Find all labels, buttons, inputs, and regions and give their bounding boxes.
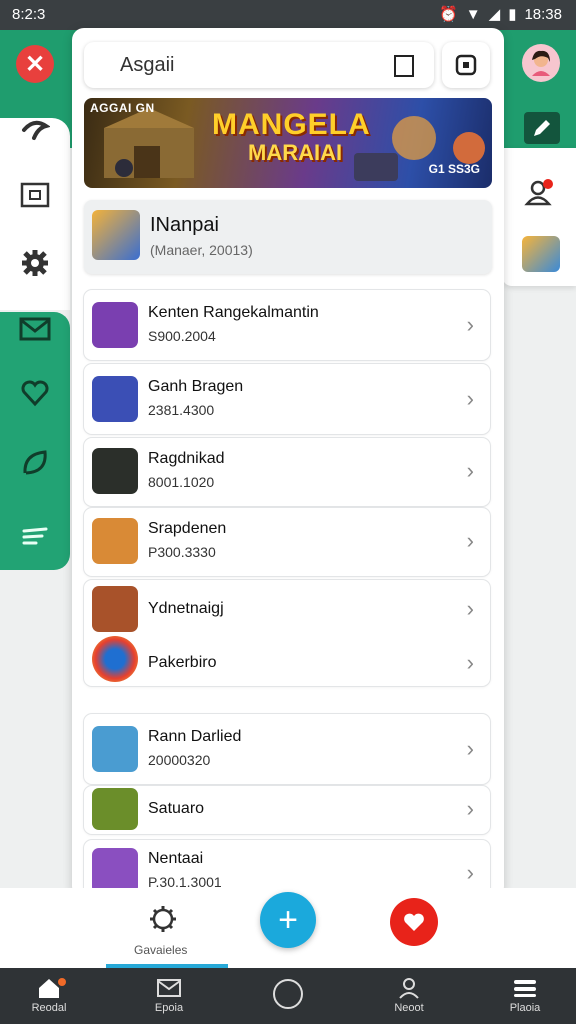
person-icon: [399, 978, 419, 999]
featured-app-title: INanpai: [150, 214, 219, 236]
circle-icon: [273, 979, 303, 1009]
app-name: Nentaai: [148, 850, 204, 867]
app-meta: 2381.4300: [148, 402, 215, 418]
app-icon: [92, 788, 138, 830]
chevron-right-icon: ›: [466, 736, 474, 761]
back-arrow-icon[interactable]: [18, 112, 52, 146]
plus-icon: +: [278, 900, 298, 939]
gear-outline-icon[interactable]: [146, 902, 180, 936]
leaf-icon[interactable]: [16, 446, 54, 480]
app-name: Rann Darlied: [148, 728, 242, 745]
app-meta: S900.2004: [148, 328, 216, 344]
app-icon: [92, 302, 138, 348]
chevron-right-icon: ›: [466, 528, 474, 553]
banner-subtitle: AGGAI GN: [90, 101, 155, 115]
list-item[interactable]: Kenten Rangekalmantin S900.2004 ›: [84, 290, 490, 360]
chevron-right-icon: ›: [466, 796, 474, 821]
featured-app[interactable]: INanpai (Manaer, 20013): [84, 200, 492, 274]
app-name: Ragdnikad: [148, 450, 225, 467]
chevron-right-icon: ›: [466, 312, 474, 337]
app-meta: 20000320: [148, 752, 211, 768]
banner-price: G1 SS3G: [428, 162, 480, 176]
user-alert-icon[interactable]: [522, 176, 558, 208]
wifi-icon: ▼: [465, 5, 481, 23]
list-item-group: Ydnetnaigj › Pakerbiro ›: [84, 580, 490, 686]
list-item[interactable]: Satuaro ›: [84, 786, 490, 834]
nav-menu[interactable]: Plaoia: [480, 974, 570, 1014]
list-item[interactable]: Ragdnikad 8001.1020 ›: [84, 438, 490, 506]
alarm-icon: ⏰: [439, 6, 458, 23]
chevron-right-icon: ›: [466, 860, 474, 885]
status-bar: 8:2:3 ⏰ ▼ ◢ ▮ 18:38: [0, 0, 576, 30]
nav-home[interactable]: Reodal: [4, 974, 94, 1014]
game-thumbnail-icon[interactable]: [522, 236, 560, 272]
window-icon[interactable]: [18, 178, 52, 212]
navigation-bar: Reodal Epoia Neoot Plaoia: [0, 968, 576, 1024]
action-label[interactable]: Gavaieles: [134, 943, 187, 957]
app-name: Srapdenen: [148, 520, 227, 537]
app-meta: 8001.1020: [148, 474, 215, 490]
signal-icon: ◢: [488, 6, 501, 23]
nav-mail[interactable]: Epoia: [124, 974, 214, 1014]
search-bar[interactable]: Asgaii: [84, 42, 434, 88]
mail-icon[interactable]: [16, 312, 54, 346]
app-name: Satuaro: [148, 800, 205, 817]
chevron-right-icon: ›: [466, 386, 474, 411]
nav-profile-label: Neoot: [394, 1002, 424, 1014]
featured-app-icon: [92, 210, 140, 260]
search-input[interactable]: Asgaii: [120, 54, 174, 77]
menu-icon: [514, 980, 536, 997]
featured-app-subtitle: (Manaer, 20013): [150, 242, 253, 258]
app-name: Ganh Bragen: [148, 378, 244, 395]
app-icon: [92, 586, 138, 632]
nav-mail-label: Epoia: [154, 1002, 184, 1014]
app-name[interactable]: Ydnetnaigj: [148, 600, 224, 618]
list-item[interactable]: Rann Darlied 20000320 ›: [84, 714, 490, 784]
notification-dot: [58, 978, 66, 986]
status-clock: 18:38: [524, 5, 562, 23]
mail-outline-icon: [157, 979, 181, 997]
chevron-right-icon[interactable]: ›: [467, 650, 474, 676]
app-icon: [92, 518, 138, 564]
close-button[interactable]: ✕: [16, 45, 54, 83]
status-icons: ⏰ ▼ ◢ ▮ 18:38: [439, 5, 562, 24]
app-icon: [92, 448, 138, 494]
left-panel: [0, 118, 70, 310]
nav-home-circle[interactable]: [243, 974, 333, 1014]
chevron-right-icon[interactable]: ›: [467, 596, 474, 622]
banner-title-2: MARAIAI: [248, 140, 343, 165]
nav-home-label: Reodal: [31, 1002, 67, 1014]
list-item[interactable]: Ganh Bragen 2381.4300 ›: [84, 364, 490, 434]
heart-icon[interactable]: [16, 376, 54, 410]
main-card: Asgaii AGGAI GN MANGELA MARAIAI G1 SS3G …: [72, 28, 504, 898]
battery-icon: ▮: [508, 6, 517, 23]
app-name[interactable]: Pakerbiro: [148, 654, 216, 672]
status-time: 8:2:3: [12, 6, 46, 23]
gear-icon[interactable]: [18, 246, 52, 280]
favorite-button[interactable]: [390, 898, 438, 946]
nav-menu-label: Plaoia: [509, 1002, 541, 1014]
square-icon[interactable]: [394, 55, 414, 77]
add-button[interactable]: +: [260, 892, 316, 948]
app-icon: [92, 726, 138, 772]
menu-lines-icon[interactable]: [16, 520, 54, 554]
scan-icon: [455, 54, 477, 76]
app-icon: [92, 636, 138, 682]
scan-button[interactable]: [442, 42, 490, 88]
list-item[interactable]: Srapdenen P300.3330 ›: [84, 508, 490, 576]
promo-banner[interactable]: AGGAI GN MANGELA MARAIAI G1 SS3G: [84, 98, 492, 188]
pencil-icon[interactable]: [524, 112, 560, 144]
nav-profile[interactable]: Neoot: [364, 974, 454, 1014]
app-meta: P300.3330: [148, 544, 216, 560]
banner-title: MANGELA: [212, 108, 371, 141]
chevron-right-icon: ›: [466, 458, 474, 483]
heart-filled-icon: [404, 913, 424, 931]
app-name: Kenten Rangekalmantin: [148, 304, 319, 321]
avatar[interactable]: [522, 44, 560, 82]
app-icon: [92, 376, 138, 422]
